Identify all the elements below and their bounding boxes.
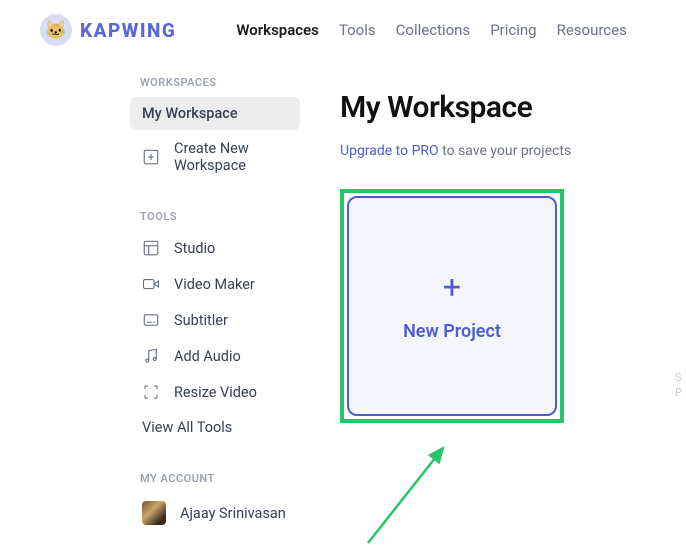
- music-icon: [142, 347, 160, 365]
- avatar: [142, 501, 166, 525]
- sidebar-item-label: Add Audio: [174, 348, 241, 365]
- sidebar-section-workspaces: WORKSPACES: [140, 76, 300, 89]
- brand-logo[interactable]: 🐱 KAPWING: [40, 14, 176, 46]
- sidebar-item-video-maker[interactable]: Video Maker: [130, 267, 300, 301]
- sidebar-section-account: MY ACCOUNT: [140, 472, 300, 485]
- sidebar-item-create-workspace[interactable]: Create New Workspace: [130, 132, 300, 182]
- user-name: Ajaay Srinivasan: [180, 505, 286, 522]
- new-project-card[interactable]: + New Project: [347, 196, 557, 416]
- cutoff-text: SP: [675, 370, 682, 401]
- sidebar-item-label: Studio: [174, 240, 215, 257]
- nav-pricing[interactable]: Pricing: [490, 21, 536, 39]
- video-icon: [142, 275, 160, 293]
- sidebar-section-tools: TOOLS: [140, 210, 300, 223]
- upgrade-message: Upgrade to PRO to save your projects: [340, 143, 686, 159]
- resize-icon: [142, 383, 160, 401]
- sidebar-item-label: Create New Workspace: [174, 140, 288, 174]
- brand-name: KAPWING: [80, 19, 176, 42]
- sidebar-item-resize-video[interactable]: Resize Video: [130, 375, 300, 409]
- sidebar: WORKSPACES My Workspace Create New Works…: [0, 76, 300, 535]
- sidebar-item-my-workspace[interactable]: My Workspace: [130, 97, 300, 130]
- plus-icon: +: [443, 271, 461, 303]
- sidebar-item-account[interactable]: Ajaay Srinivasan: [130, 493, 300, 533]
- sidebar-item-label: Video Maker: [174, 276, 255, 293]
- new-project-label: New Project: [403, 321, 501, 342]
- nav-tools[interactable]: Tools: [339, 21, 376, 39]
- sidebar-item-studio[interactable]: Studio: [130, 231, 300, 265]
- nav-workspaces[interactable]: Workspaces: [236, 21, 319, 39]
- sidebar-item-label: View All Tools: [142, 419, 232, 436]
- sidebar-item-subtitler[interactable]: Subtitler: [130, 303, 300, 337]
- layout-icon: [142, 239, 160, 257]
- top-navbar: 🐱 KAPWING Workspaces Tools Collections P…: [0, 0, 686, 56]
- upgrade-link[interactable]: Upgrade to PRO: [340, 143, 439, 159]
- new-project-highlight: + New Project: [340, 189, 564, 423]
- plus-square-icon: [142, 148, 160, 166]
- sidebar-item-label: Resize Video: [174, 384, 257, 401]
- sidebar-item-add-audio[interactable]: Add Audio: [130, 339, 300, 373]
- sidebar-item-view-all-tools[interactable]: View All Tools: [130, 411, 300, 444]
- upgrade-rest: to save your projects: [439, 143, 572, 159]
- main-content: My Workspace Upgrade to PRO to save your…: [300, 76, 686, 535]
- sidebar-item-label: My Workspace: [142, 105, 238, 122]
- sidebar-item-label: Subtitler: [174, 312, 228, 329]
- logo-icon: 🐱: [40, 14, 72, 46]
- page-title: My Workspace: [340, 90, 686, 125]
- primary-nav: Workspaces Tools Collections Pricing Res…: [236, 21, 627, 39]
- nav-resources[interactable]: Resources: [557, 21, 627, 39]
- nav-collections[interactable]: Collections: [396, 21, 471, 39]
- subtitle-icon: [142, 311, 160, 329]
